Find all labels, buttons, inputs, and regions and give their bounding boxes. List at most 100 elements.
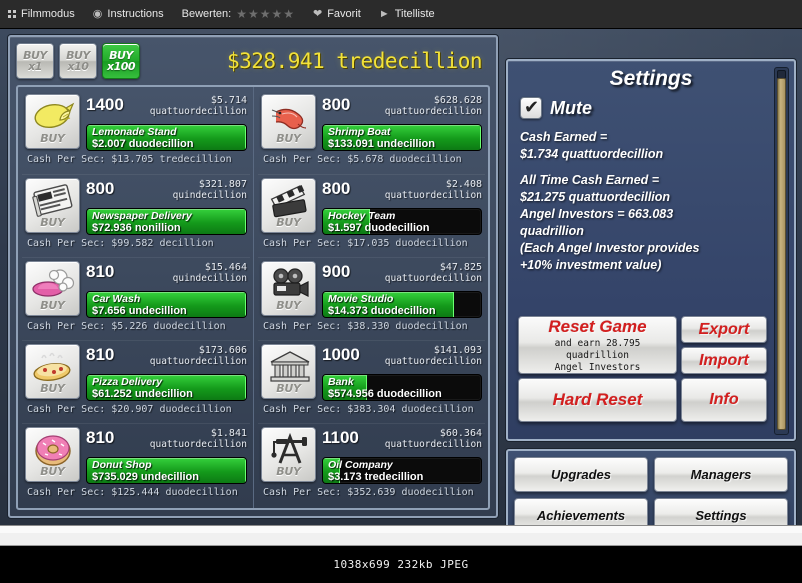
- business-progress-bar[interactable]: Lemonade Stand $2.007 duodecillion: [86, 124, 247, 151]
- playlist-button[interactable]: ► Titelliste: [379, 8, 435, 20]
- business-price: $1.841 quattuordecillion: [150, 427, 247, 450]
- business-cash-per-sec: Cash Per Sec: $5.226 duodecillion: [27, 321, 226, 332]
- info-button[interactable]: Info: [681, 378, 767, 422]
- business-name: Pizza Delivery: [92, 376, 163, 388]
- business-price: $15.464 quindecillion: [173, 261, 247, 284]
- business-progress-bar[interactable]: Pizza Delivery $61.252 undecillion: [86, 374, 247, 401]
- angel-note-line1: (Each Angel Investor provides: [520, 241, 700, 255]
- business-name: Newspaper Delivery: [92, 210, 192, 222]
- business-buy-button[interactable]: BUY: [25, 178, 80, 233]
- browser-toolbar: Filmmodus ◉ Instructions Bewerten: ★★★★★…: [0, 0, 802, 29]
- business-cash-per-sec: Cash Per Sec: $383.304 duodecillion: [262, 404, 474, 415]
- achievements-button[interactable]: Achievements: [514, 498, 648, 525]
- business-cash-per-sec: Cash Per Sec: $17.035 duodecillion: [262, 238, 468, 249]
- heart-icon: ❤: [312, 7, 323, 20]
- business-value: $61.252 undecillion: [92, 388, 193, 400]
- hard-reset-button[interactable]: Hard Reset: [518, 378, 677, 422]
- business-buy-button[interactable]: BUY: [25, 261, 80, 316]
- business-list: BUY 1400 $5.714 quattuordecillion Lemonade S…: [16, 85, 490, 510]
- businesses-panel: BUY x1 BUY x10 BUY x100 $328.941 tredeci…: [8, 35, 498, 518]
- scrollbar-thumb[interactable]: [777, 78, 786, 430]
- business-price-unit: quattuordecillion: [149, 439, 247, 450]
- export-button[interactable]: Export: [681, 316, 767, 343]
- business-progress-bar[interactable]: Shrimp Boat $133.091 undecillion: [321, 124, 482, 151]
- business-cash-per-sec: Cash Per Sec: $13.705 tredecillion: [27, 154, 232, 165]
- business-price-unit: quindecillion: [172, 190, 247, 201]
- playlist-label: Titelliste: [394, 8, 435, 20]
- settings-button[interactable]: Settings: [654, 498, 788, 525]
- cash-earned-value: $1.734 quattuordecillion: [520, 147, 664, 161]
- business-row: BUY 800 $321.807 quindecillion Newspaper Del…: [22, 174, 250, 257]
- business-column-right: BUY 800 $628.628 quattuordecillion Shrimp Bo…: [252, 87, 488, 508]
- business-buy-button[interactable]: BUY: [260, 344, 316, 399]
- business-row: BUY 900 $47.825 quattuordecillion Movie Stud…: [257, 257, 485, 340]
- business-row: BUY 1000 $141.093 quattuordecillion Bank $574…: [257, 340, 485, 423]
- import-label: Import: [699, 351, 749, 369]
- settings-scrollbar[interactable]: [774, 67, 789, 435]
- page-whitespace-bottom: [0, 533, 802, 546]
- business-price-amount: $2.408: [445, 179, 482, 190]
- business-progress-bar[interactable]: Car Wash $7.656 undecillion: [86, 291, 247, 318]
- instructions-button[interactable]: ◉ Instructions: [93, 8, 164, 20]
- settings-panel: Settings Mute Cash Earned = $1.734 quatt…: [506, 59, 796, 441]
- business-price: $141.093 quattuordecillion: [385, 344, 482, 367]
- business-progress-bar[interactable]: Newspaper Delivery $72.936 nonillion: [86, 208, 247, 235]
- business-buy-button[interactable]: BUY: [260, 94, 316, 149]
- business-value: $133.091 undecillion: [327, 138, 435, 150]
- business-progress-bar[interactable]: Donut Shop $735.029 undecillion: [86, 457, 247, 484]
- stars-icon[interactable]: ★★★★★: [236, 7, 295, 21]
- rating-label: Bewerten:: [181, 8, 232, 20]
- buy-x10-button[interactable]: BUY x10: [59, 43, 97, 79]
- instructions-label: Instructions: [107, 8, 164, 20]
- business-name: Hockey Team: [327, 210, 396, 222]
- business-name: Car Wash: [92, 293, 141, 305]
- mute-row[interactable]: Mute: [520, 97, 794, 119]
- business-buy-button[interactable]: BUY: [25, 344, 80, 399]
- fullscreen-icon: [8, 10, 16, 18]
- business-price-amount: $141.093: [433, 345, 482, 356]
- business-quantity: 810: [86, 262, 115, 281]
- business-price: $5.714 quattuordecillion: [150, 94, 247, 117]
- business-quantity: 1400: [86, 95, 124, 114]
- settings-title: Settings: [609, 67, 693, 90]
- business-price-amount: $47.825: [439, 262, 482, 273]
- buy-label: BUY: [276, 132, 301, 145]
- business-quantity: 810: [86, 345, 115, 364]
- buy-x1-button[interactable]: BUY x1: [16, 43, 54, 79]
- business-progress-bar[interactable]: Movie Studio $14.373 duodecillion: [321, 291, 482, 318]
- business-cash-per-sec: Cash Per Sec: $38.330 duodecillion: [262, 321, 468, 332]
- business-buy-button[interactable]: BUY: [25, 94, 80, 149]
- business-value: $3.173 tredecillion: [327, 471, 424, 483]
- business-buy-button[interactable]: BUY: [25, 427, 80, 482]
- favorite-button[interactable]: ❤ Favorit: [313, 8, 361, 20]
- business-price-unit: quattuordecillion: [149, 106, 247, 117]
- business-name: Bank: [327, 376, 354, 388]
- business-price-unit: quattuordecillion: [384, 106, 482, 117]
- business-price-amount: $1.841: [210, 428, 247, 439]
- reset-game-button[interactable]: Reset Game and earn 28.795 quadrillion A…: [518, 316, 677, 374]
- business-buy-button[interactable]: BUY: [260, 261, 316, 316]
- business-price-unit: quattuordecillion: [384, 439, 482, 450]
- main-menu-panel: Upgrades Managers Achievements Settings: [506, 449, 796, 525]
- business-quantity: 810: [86, 428, 115, 447]
- reset-game-sub2: quadrillion: [566, 350, 629, 361]
- fullscreen-label: Filmmodus: [21, 8, 75, 20]
- business-name: Lemonade Stand: [92, 126, 177, 138]
- fullscreen-button[interactable]: Filmmodus: [8, 8, 75, 20]
- info-label: Info: [709, 391, 739, 408]
- business-price: $628.628 quattuordecillion: [385, 94, 482, 117]
- business-progress-bar[interactable]: Hockey Team $1.597 duodecillion: [321, 208, 482, 235]
- business-buy-button[interactable]: BUY: [260, 178, 316, 233]
- angel-investors-line2: quadrillion: [520, 224, 584, 238]
- business-cash-per-sec: Cash Per Sec: $125.444 duodecillion: [27, 487, 238, 498]
- business-progress-bar[interactable]: Bank $574.956 duodecillion: [321, 374, 482, 401]
- buy-x100-button[interactable]: BUY x100: [102, 43, 140, 79]
- upgrades-button[interactable]: Upgrades: [514, 457, 648, 492]
- import-button[interactable]: Import: [681, 347, 767, 374]
- business-buy-button[interactable]: BUY: [260, 427, 316, 482]
- business-progress-bar[interactable]: Oil Company $3.173 tredecillion: [321, 457, 482, 484]
- mute-checkbox[interactable]: [520, 97, 542, 119]
- business-value: $2.007 duodecillion: [92, 138, 194, 150]
- business-cash-per-sec: Cash Per Sec: $99.582 decillion: [27, 238, 214, 249]
- managers-button[interactable]: Managers: [654, 457, 788, 492]
